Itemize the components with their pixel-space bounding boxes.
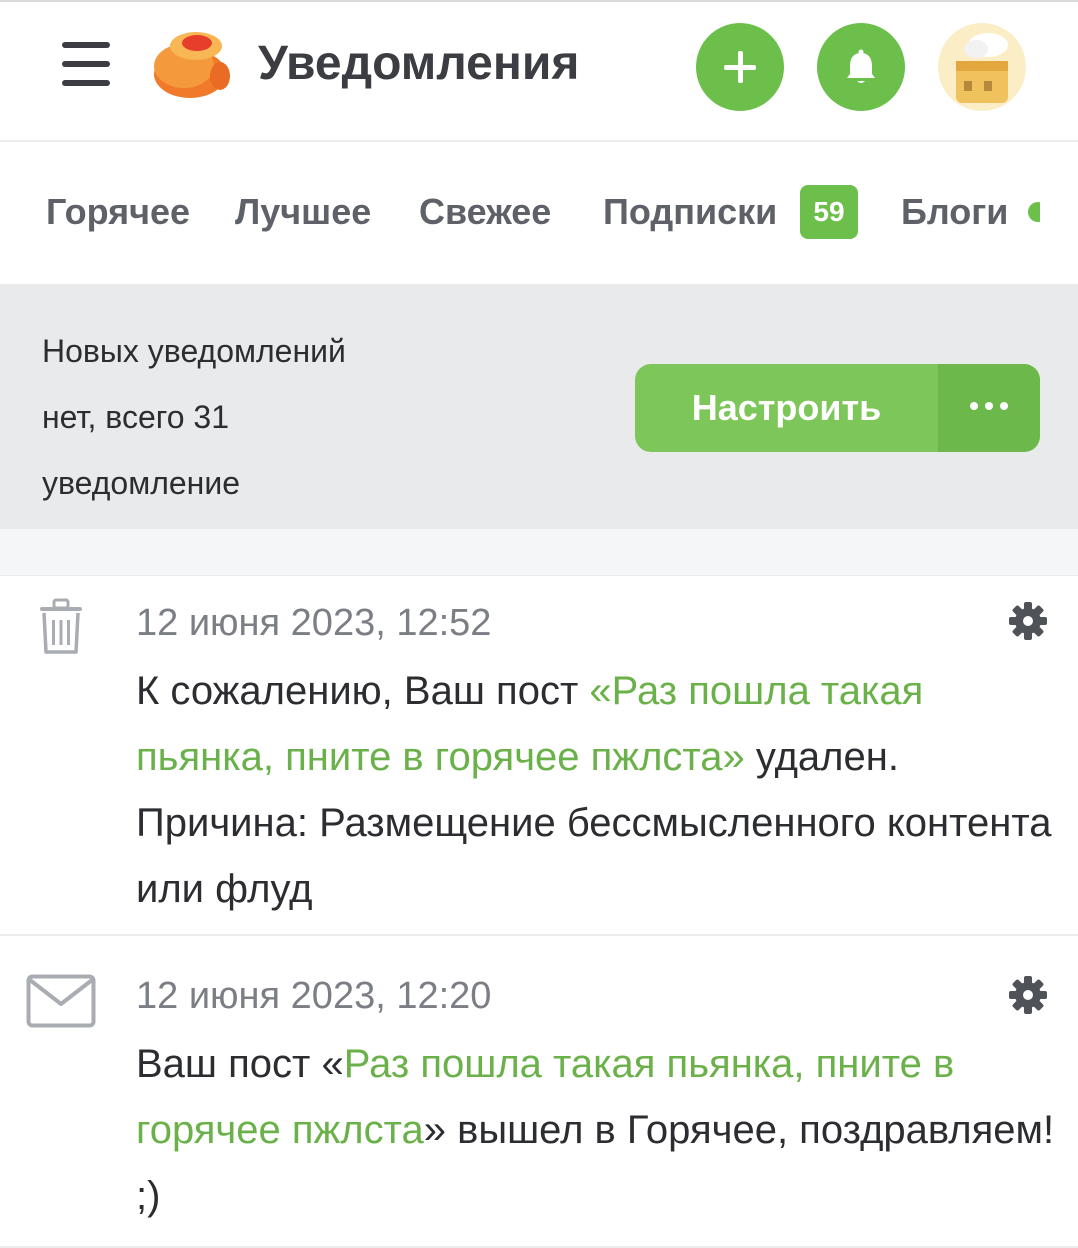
hamburger-menu-icon[interactable]: [62, 40, 110, 88]
tab-best[interactable]: Лучшее: [235, 190, 371, 234]
tab-subscriptions[interactable]: Подписки: [603, 190, 777, 234]
summary-line: нет, всего 31: [42, 399, 229, 435]
summary-line: Новых уведомлений: [42, 333, 346, 369]
user-avatar[interactable]: [938, 23, 1026, 111]
summary-line: уведомление: [42, 465, 241, 501]
configure-button-group: Настроить: [635, 364, 1040, 452]
add-post-button[interactable]: [696, 23, 784, 111]
feed-tabs: Горячее Лучшее Свежее Подписки 59 Блоги: [0, 142, 1078, 284]
gear-icon[interactable]: [1008, 601, 1048, 641]
notification-item: 12 июня 2023, 12:52 К сожалению, Ваш пос…: [0, 576, 1078, 936]
trash-icon: [36, 598, 86, 661]
notifications-button[interactable]: [817, 23, 905, 111]
app-header: Уведомления: [0, 2, 1078, 142]
tab-hot[interactable]: Горячее: [46, 190, 190, 234]
tab-blogs[interactable]: Блоги: [901, 190, 1008, 234]
envelope-icon: [26, 974, 96, 1033]
section-spacer: [0, 529, 1078, 576]
configure-button[interactable]: Настроить: [635, 364, 938, 452]
more-options-button[interactable]: [938, 364, 1040, 452]
subscriptions-count-badge: 59: [800, 185, 858, 239]
notification-date: 12 июня 2023, 12:20: [136, 975, 492, 1017]
notification-text: К сожалению, Ваш пост «Раз пошла такая п…: [136, 658, 1056, 922]
plus-icon: [724, 51, 756, 83]
pikabu-logo-icon[interactable]: [150, 26, 232, 100]
notifications-summary-panel: Новых уведомлений нет, всего 31 уведомле…: [0, 284, 1078, 529]
notification-item: 12 июня 2023, 12:20 Ваш пост «Раз пошла …: [0, 936, 1078, 1248]
notification-text-before: Ваш пост «: [136, 1042, 344, 1086]
tabs-fade: [1040, 182, 1078, 242]
tab-fresh[interactable]: Свежее: [419, 190, 551, 234]
bell-icon: [847, 49, 875, 83]
page-title: Уведомления: [258, 37, 580, 90]
more-dots-icon: [970, 402, 1008, 410]
notification-text: Ваш пост «Раз пошла такая пьянка, пните …: [136, 1031, 1056, 1229]
notifications-summary-text: Новых уведомлений нет, всего 31 уведомле…: [42, 318, 422, 516]
notification-text-before: К сожалению, Ваш пост: [136, 669, 590, 713]
gear-icon[interactable]: [1008, 975, 1048, 1015]
notification-date: 12 июня 2023, 12:52: [136, 602, 492, 644]
